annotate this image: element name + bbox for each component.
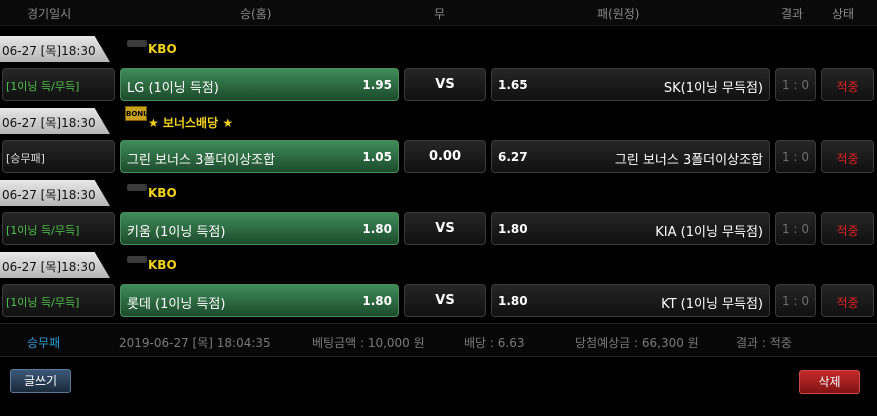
away-pick-button[interactable]: 1.65 SK(1이닝 무득점) <box>491 68 770 101</box>
home-odd: 1.80 <box>362 222 392 236</box>
home-odd: 1.80 <box>362 294 392 308</box>
status-badge: 적중 <box>821 284 874 317</box>
league-label: KBO <box>148 42 177 56</box>
score-result: 1 : 0 <box>775 68 816 101</box>
home-team: 롯데 (1이닝 득점) <box>127 297 226 312</box>
bet-type: [1이닝 득/무득] <box>2 212 115 245</box>
away-team: KT (1이닝 무득점) <box>661 297 763 312</box>
bet-type: [1이닝 득/무득] <box>2 68 115 101</box>
draw-pick-button[interactable]: VS <box>404 212 486 245</box>
status-badge: 적중 <box>821 212 874 245</box>
home-team: 그린 보너스 3폴더이상조합 <box>127 153 276 168</box>
league-label: KBO <box>148 258 177 272</box>
away-pick-button[interactable]: 1.80 KIA (1이닝 무득점) <box>491 212 770 245</box>
away-team: 그린 보너스 3폴더이상조합 <box>614 153 763 168</box>
draw-pick-button[interactable]: VS <box>404 284 486 317</box>
summary-expected-win: 당첨예상금 : 66,300 원 <box>575 336 699 350</box>
bet-date-tab: 06-27 [목]18:30 <box>0 36 110 62</box>
draw-pick-button[interactable]: 0.00 <box>404 140 486 173</box>
away-odd: 1.65 <box>498 78 528 92</box>
league-flag-icon <box>127 256 147 263</box>
league-flag-icon <box>127 40 147 47</box>
bet-type: [1이닝 득/무득] <box>2 284 115 317</box>
header-away: 패(원정) <box>597 7 640 21</box>
summary-odds: 배당 : 6.63 <box>464 336 525 350</box>
home-pick-button[interactable]: 그린 보너스 3폴더이상조합 1.05 <box>120 140 399 173</box>
league-flag-icon <box>127 184 147 191</box>
delete-button[interactable]: 삭제 <box>799 370 860 394</box>
bet-type: [승무패] <box>2 140 115 173</box>
table-header: 경기일시 승(홈) 무 패(원정) 결과 상태 <box>0 0 877 26</box>
away-odd: 6.27 <box>498 150 528 164</box>
home-team: LG (1이닝 득점) <box>127 81 219 96</box>
away-team: SK(1이닝 무득점) <box>663 81 763 96</box>
header-result: 결과 <box>781 7 804 21</box>
score-result: 1 : 0 <box>775 212 816 245</box>
header-status: 상태 <box>832 7 855 21</box>
away-odd: 1.80 <box>498 294 528 308</box>
summary-result: 결과 : 적중 <box>736 336 792 350</box>
bet-date-tab: 06-27 [목]18:30 <box>0 180 110 206</box>
away-odd: 1.80 <box>498 222 528 236</box>
header-home: 승(홈) <box>240 7 272 21</box>
bet-date-tab: 06-27 [목]18:30 <box>0 108 110 134</box>
bet-date-tab: 06-27 [목]18:30 <box>0 252 110 278</box>
summary-datetime: 2019-06-27 [목] 18:04:35 <box>119 336 271 350</box>
home-team: 키움 (1이닝 득점) <box>127 225 226 240</box>
away-team: KIA (1이닝 무득점) <box>655 225 763 240</box>
status-badge: 적중 <box>821 68 874 101</box>
home-pick-button[interactable]: 롯데 (1이닝 득점) 1.80 <box>120 284 399 317</box>
draw-pick-button[interactable]: VS <box>404 68 486 101</box>
status-badge: 적중 <box>821 140 874 173</box>
away-pick-button[interactable]: 1.80 KT (1이닝 무득점) <box>491 284 770 317</box>
home-odd: 1.05 <box>362 150 392 164</box>
header-datetime: 경기일시 <box>27 7 72 21</box>
header-draw: 무 <box>434 7 446 21</box>
score-result: 1 : 0 <box>775 140 816 173</box>
league-label: KBO <box>148 186 177 200</box>
bet-summary: 승무패 2019-06-27 [목] 18:04:35 베팅금액 : 10,00… <box>0 323 877 357</box>
home-pick-button[interactable]: LG (1이닝 득점) 1.95 <box>120 68 399 101</box>
league-label: ★ 보너스배당 ★ <box>148 116 234 130</box>
home-pick-button[interactable]: 키움 (1이닝 득점) 1.80 <box>120 212 399 245</box>
bonus-badge-icon: BONUS <box>125 106 154 121</box>
score-result: 1 : 0 <box>775 284 816 317</box>
write-button[interactable]: 글쓰기 <box>10 369 71 393</box>
home-odd: 1.95 <box>362 78 392 92</box>
summary-type: 승무패 <box>27 336 61 350</box>
summary-bet-amount: 베팅금액 : 10,000 원 <box>312 336 425 350</box>
away-pick-button[interactable]: 6.27 그린 보너스 3폴더이상조합 <box>491 140 770 173</box>
